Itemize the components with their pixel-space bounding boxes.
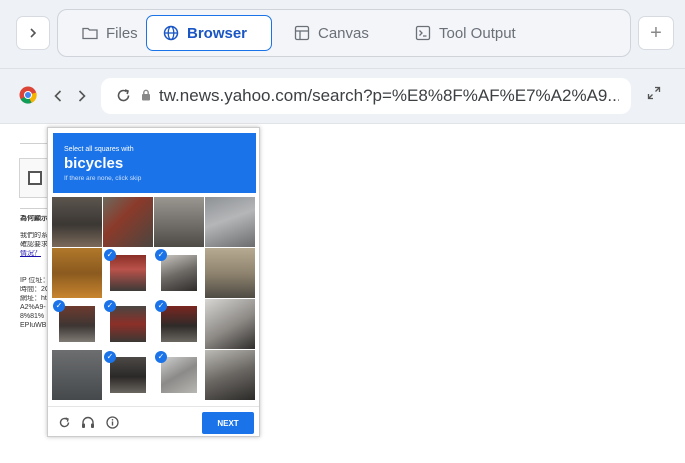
checkmark-icon: ✓ [155, 300, 167, 312]
address-bar[interactable]: tw.news.yahoo.com/search?p=%E8%8F%AF%E7%… [101, 78, 631, 114]
challenge-subtext: If there are none, click skip [64, 175, 142, 182]
page-text-line: 8%81% [20, 313, 45, 320]
captcha-tile[interactable]: ✓ [154, 350, 204, 400]
captcha-tile-image [205, 350, 255, 400]
captcha-tile[interactable] [205, 350, 255, 400]
challenge-header: Select all squares with bicycles If ther… [53, 133, 256, 193]
page-text-line: 網址：ht [20, 295, 47, 302]
browser-toolbar: tw.news.yahoo.com/search?p=%E8%8F%AF%E7%… [0, 69, 685, 124]
tab-files[interactable]: Files [68, 15, 152, 51]
captcha-tile-image [205, 197, 255, 247]
globe-icon [163, 25, 179, 41]
chrome-logo-icon [19, 86, 37, 104]
captcha-tile[interactable]: ✓ [52, 299, 102, 349]
page-text-line: EPIuWB [20, 322, 47, 329]
captcha-tile[interactable] [205, 299, 255, 349]
back-button[interactable] [48, 85, 68, 107]
page-text-line: 我們的系 [20, 232, 48, 239]
audio-challenge-icon[interactable] [81, 416, 95, 429]
checkmark-icon: ✓ [155, 249, 167, 261]
challenge-footer: NEXT [48, 406, 259, 437]
top-tab-bar: Files Browser Canvas Tool Output + [0, 0, 685, 69]
folder-icon [82, 27, 98, 40]
page-text-line: 時間：2C [20, 286, 50, 293]
captcha-tile-image [110, 306, 146, 342]
page-divider [20, 208, 50, 209]
captcha-tile-image [154, 197, 204, 247]
checkmark-icon: ✓ [104, 249, 116, 261]
tabs-container: Files Browser Canvas Tool Output [57, 9, 631, 57]
captcha-tile[interactable]: ✓ [103, 248, 153, 298]
tab-browser-label: Browser [187, 24, 248, 42]
next-button[interactable]: NEXT [202, 412, 254, 434]
captcha-tile[interactable] [52, 350, 102, 400]
captcha-tile[interactable] [52, 248, 102, 298]
expand-sidebar-button[interactable] [16, 16, 50, 50]
challenge-instruction: Select all squares with [64, 146, 134, 153]
captcha-tile[interactable] [52, 197, 102, 247]
page-link[interactable]: 情況？ [20, 250, 50, 258]
info-icon[interactable] [106, 416, 119, 429]
image-grid: ✓ ✓ ✓ ✓ ✓ ✓ ✓ [52, 197, 256, 401]
captcha-tile-image [110, 255, 146, 291]
captcha-tile-image [161, 357, 197, 393]
challenge-object: bicycles [64, 155, 124, 172]
plus-icon: + [650, 21, 662, 44]
captcha-tile-image [52, 350, 102, 400]
captcha-tile[interactable] [154, 197, 204, 247]
lock-icon [142, 89, 150, 101]
chevron-right-icon [30, 28, 37, 38]
forward-button[interactable] [72, 85, 92, 107]
terminal-icon [415, 25, 431, 41]
tab-browser[interactable]: Browser [146, 15, 272, 51]
captcha-tile-image [205, 299, 255, 349]
arrow-left-icon [54, 90, 62, 102]
page-text-line: 確認要求 [20, 241, 48, 248]
captcha-tile[interactable]: ✓ [103, 299, 153, 349]
page-heading: 為何顯示 [20, 215, 48, 222]
tab-tool-output[interactable]: Tool Output [401, 15, 530, 51]
captcha-tile[interactable]: ✓ [154, 248, 204, 298]
page-divider [20, 143, 50, 144]
tab-canvas-label: Canvas [318, 24, 369, 42]
captcha-tile[interactable]: ✓ [103, 350, 153, 400]
captcha-tile-image [161, 306, 197, 342]
layout-icon [294, 25, 310, 41]
url-text: tw.news.yahoo.com/search?p=%E8%8F%AF%E7%… [159, 86, 619, 105]
captcha-tile[interactable] [103, 197, 153, 247]
recaptcha-checkbox[interactable] [28, 171, 42, 185]
captcha-tile-image [103, 197, 153, 247]
checkmark-icon: ✓ [53, 300, 65, 312]
recaptcha-challenge: Select all squares with bicycles If ther… [47, 127, 260, 437]
captcha-tile-image [205, 248, 255, 298]
captcha-tile-image [110, 357, 146, 393]
fullscreen-icon[interactable] [647, 86, 661, 100]
captcha-tile-image [59, 306, 95, 342]
new-tab-button[interactable]: + [638, 16, 674, 50]
captcha-tile[interactable] [205, 197, 255, 247]
captcha-tile-image [52, 248, 102, 298]
checkmark-icon: ✓ [104, 351, 116, 363]
captcha-tile[interactable] [205, 248, 255, 298]
checkmark-icon: ✓ [155, 351, 167, 363]
page-text-line: IP 位址： [20, 277, 50, 284]
tab-canvas[interactable]: Canvas [280, 15, 383, 51]
reload-icon[interactable] [115, 87, 132, 104]
reload-challenge-icon[interactable] [58, 416, 71, 429]
page-text-line: A2%A9- [20, 304, 46, 311]
tab-tool-output-label: Tool Output [439, 24, 516, 42]
tab-files-label: Files [106, 24, 138, 42]
captcha-tile-image [52, 197, 102, 247]
checkmark-icon: ✓ [104, 300, 116, 312]
captcha-tile-image [161, 255, 197, 291]
captcha-tile[interactable]: ✓ [154, 299, 204, 349]
arrow-right-icon [78, 90, 86, 102]
